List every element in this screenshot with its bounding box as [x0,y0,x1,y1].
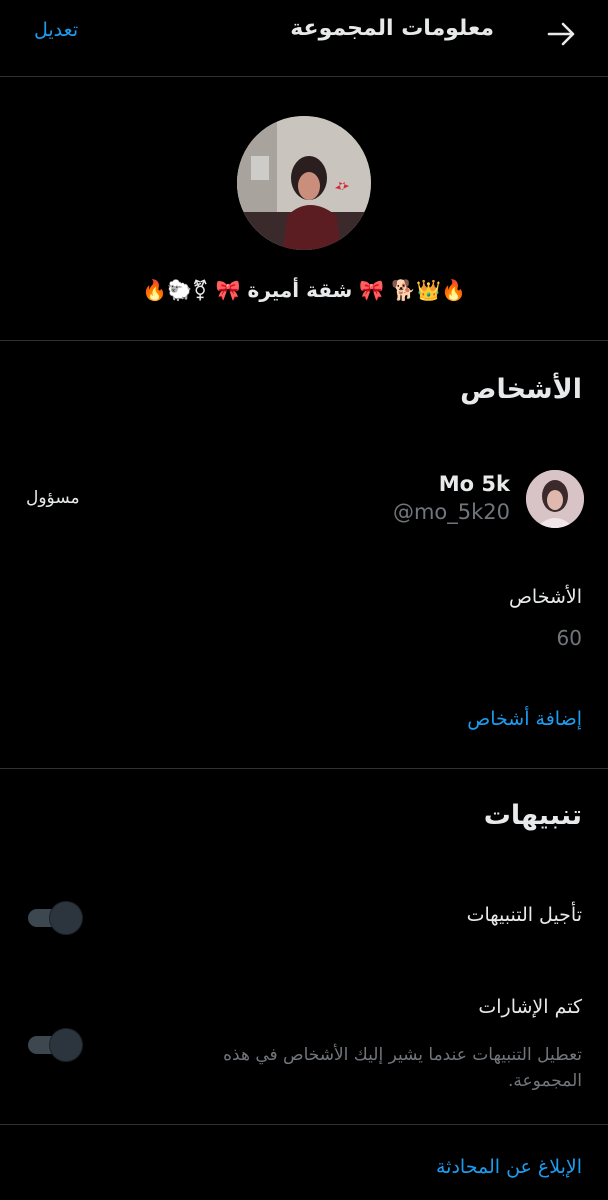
header-divider [0,76,608,77]
mute-mentions-label: كتم الإشارات [478,996,582,1018]
page-title: معلومات المجموعة [290,16,494,41]
notifications-section-title: تنبيهات [483,800,582,831]
arrow-right-icon [547,22,575,46]
report-conversation-link[interactable]: الإبلاغ عن المحادثة [436,1156,582,1178]
snooze-notifications-toggle[interactable] [28,902,84,934]
people-count-label[interactable]: الأشخاص [509,586,582,608]
mute-mentions-description: تعطيل التنبيهات عندما يشير إليك الأشخاص … [223,1045,582,1091]
add-people-link[interactable]: إضافة أشخاص [467,708,582,730]
snooze-notifications-label: تأجيل التنبيهات [466,904,582,926]
member-avatar[interactable] [526,470,584,528]
member-role-badge: مسؤول [26,488,80,508]
group-avatar[interactable] [237,116,371,250]
toggle-knob [50,902,82,934]
member-handle: @mo_5k20 [392,500,510,524]
group-avatar-photo [237,116,371,250]
member-name[interactable]: Mo 5k [439,472,510,496]
section-divider [0,340,608,341]
section-divider [0,768,608,769]
people-count-value: 60 [556,626,582,650]
member-avatar-photo [526,470,584,528]
edit-button[interactable]: تعديل [34,19,78,41]
back-button[interactable] [546,20,578,48]
toggle-knob [50,1029,82,1061]
section-divider [0,1124,608,1125]
mute-mentions-toggle[interactable] [28,1029,84,1061]
people-section-title: الأشخاص [460,374,582,405]
group-name: 🔥🐑⚧ 🎀 شقة أميرة 🎀 🐕👑🔥 [142,278,466,302]
